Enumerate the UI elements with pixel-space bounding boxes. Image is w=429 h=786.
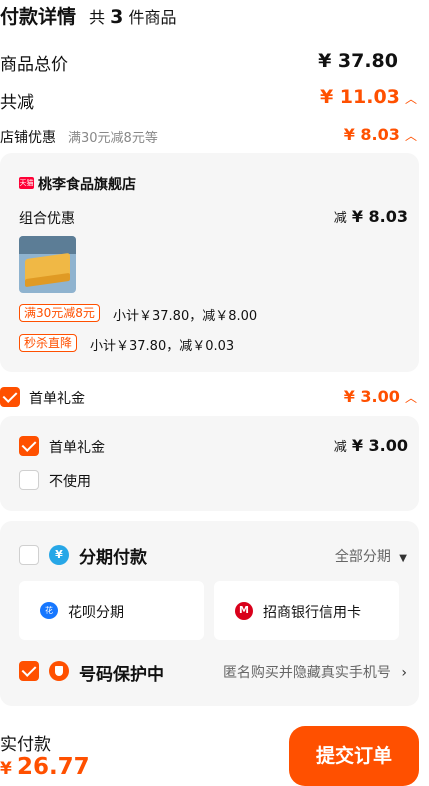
privacy-description: 匿名购买并隐藏真实手机号 [222,665,391,681]
all-installments-link[interactable]: 全部分期 ▼ [335,546,407,566]
no-use-checkbox[interactable] [19,470,39,490]
gift-option-checkbox[interactable] [19,436,39,456]
gift-option-discount: 减 ¥ 3.00 [334,436,408,455]
chevron-down-icon: ▼ [399,553,407,564]
promo-detail: 小计￥37.80，减￥0.03 [90,339,235,354]
chevron-up-icon: ︿ [404,391,417,405]
promo-tag-full-reduction: 满30元减8元 [19,304,100,322]
gift-total[interactable]: ¥ 3.00 ︿ [344,387,417,406]
huabei-label: 花呗分期 [68,605,124,621]
gift-checkbox[interactable] [0,387,20,407]
total-label: 商品总价 [0,55,68,75]
all-installments-label: 全部分期 [334,549,391,565]
chevron-right-icon: › [401,665,407,681]
combo-discount: 减 ¥ 8.03 [334,207,408,226]
shop-name[interactable]: 桃李食品旗舰店 [38,174,136,194]
discount-value: ¥ 11.03 [319,86,400,108]
tmall-badge-icon: 天猫 [19,177,34,189]
promo-detail: 小计￥37.80，减￥8.00 [113,309,258,324]
pay-amount-value: 26.77 [16,754,90,780]
combo-label: 组合优惠 [19,211,75,227]
installment-title: 分期付款 [79,548,147,568]
combo-value: ¥ 8.03 [351,207,408,226]
combo-prefix: 减 [333,211,347,226]
product-thumbnail[interactable] [19,236,76,293]
item-count: 共 3 件商品 [89,4,176,28]
gift-option-label[interactable]: 首单礼金 [49,437,105,457]
gift-option-value: ¥ 3.00 [351,436,408,455]
promo-tag-flash-sale: 秒杀直降 [19,334,78,352]
shop-discount-value: ¥ 8.03 [343,125,400,144]
installment-checkbox[interactable] [19,545,39,565]
privacy-shield-icon [49,661,69,681]
privacy-title: 号码保护中 [79,665,164,685]
chevron-up-icon: ︿ [404,129,417,143]
discount-label: 共减 [0,93,34,113]
item-count-number: 3 [110,6,124,28]
huabei-icon: 花 [40,602,58,619]
chevron-up-icon: ︿ [404,92,417,106]
privacy-link[interactable]: 匿名购买并隐藏真实手机号 › [223,662,407,682]
tmall-badge-text: 天猫 [19,179,34,187]
privacy-checkbox[interactable] [19,661,39,681]
shop-discount-label: 店铺优惠 [0,130,56,146]
pay-amount: ¥ 26.77 [0,754,90,780]
page-title: 付款详情 [0,6,77,28]
gift-value: ¥ 3.00 [343,387,400,406]
submit-order-button[interactable]: 提交订单 [289,726,419,786]
pay-currency: ¥ [0,759,12,779]
cmb-card-label: 招商银行信用卡 [263,605,361,621]
item-count-suffix: 件商品 [128,8,177,27]
shop-discount-total[interactable]: ¥ 8.03 ︿ [344,125,417,144]
item-count-prefix: 共 [89,8,106,27]
installment-icon: ¥ [49,545,69,565]
gift-option-prefix: 减 [333,440,347,455]
discount-total[interactable]: ¥ 11.03 ︿ [320,86,417,108]
shop-discount-note: 满30元减8元等 [68,131,158,146]
gift-label: 首单礼金 [29,391,85,407]
total-value: ¥ 37.80 [318,50,398,72]
no-use-label[interactable]: 不使用 [49,471,91,491]
pay-amount-label: 实付款 [0,735,51,755]
cmb-bank-icon: M [235,602,253,620]
gift-options-card [0,416,419,511]
